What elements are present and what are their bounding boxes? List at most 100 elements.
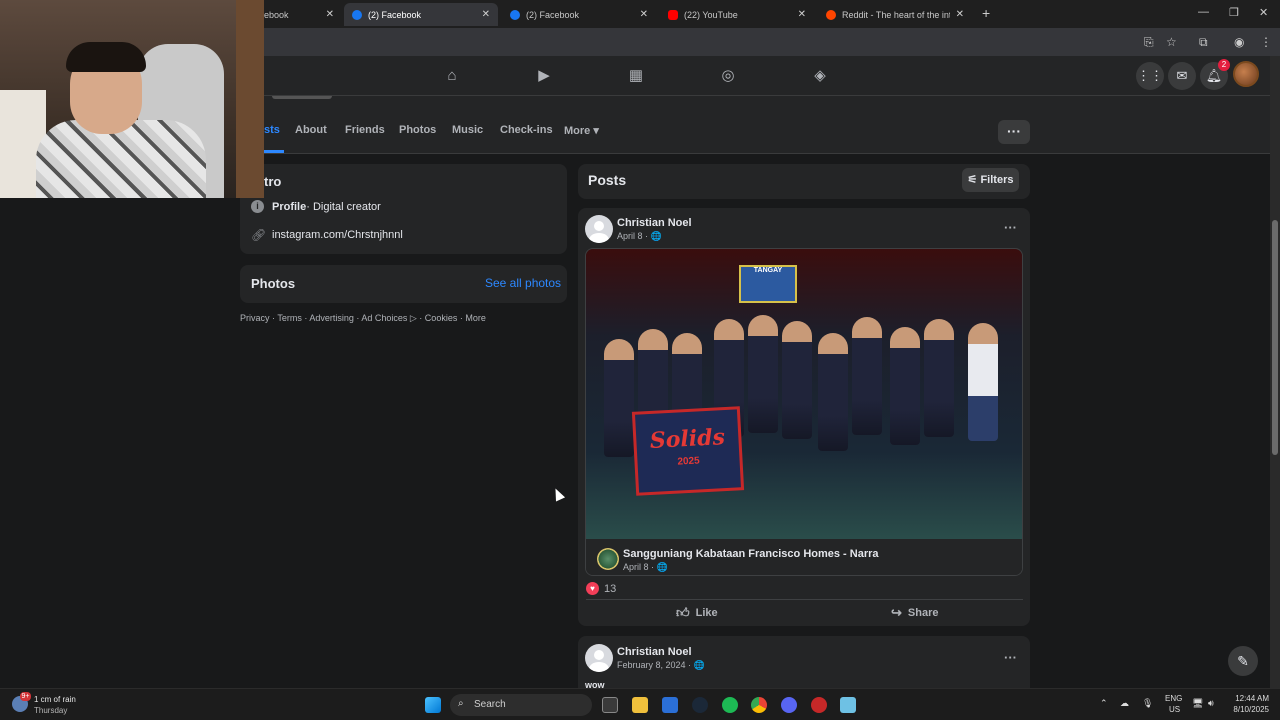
reddit-favicon-icon [826,9,836,20]
clock-date[interactable]: 8/10/2025 [1225,705,1269,714]
post-options-button[interactable]: ··· [1004,220,1017,235]
instagram-link[interactable]: instagram.com/Chrstnjhnnl [272,229,403,241]
groups-icon[interactable]: ◎ [718,66,738,86]
notification-badge: 2 [1218,59,1230,71]
profile-icon[interactable]: ◉ [1234,35,1244,49]
post-options-button[interactable]: ··· [1004,650,1017,665]
sign-title: Solids [649,424,726,454]
new-tab-button[interactable]: + [982,5,990,21]
browser-tab-facebook-3[interactable]: (2) Facebook ✕ [502,3,656,26]
chrome-icon[interactable] [751,697,767,713]
like-button[interactable]: 👍︎ Like [676,605,718,621]
windows-start-icon[interactable] [425,697,441,713]
team-sign: Solids 2025 [631,406,745,496]
spotify-icon[interactable] [722,697,738,713]
video-icon[interactable]: ▶ [534,66,554,86]
weather-text[interactable]: 1 cm of rain [34,695,76,704]
post-author[interactable]: Christian Noel [617,217,692,229]
see-all-photos-link[interactable]: See all photos [485,276,561,290]
file-explorer-icon[interactable] [632,697,648,713]
browser-tab-youtube[interactable]: (22) YouTube ✕ [660,3,814,26]
footer-links[interactable]: Privacy · Terms · Advertising · Ad Choic… [240,313,486,324]
account-avatar[interactable] [1233,61,1259,87]
intro-heading: tro [264,174,282,189]
divider [586,599,1023,600]
tab-about[interactable]: About [295,124,327,136]
tab-music[interactable]: Music [452,124,483,136]
player-figure [924,319,954,437]
address-bar[interactable] [264,32,1164,52]
reaction-count: 13 [604,582,617,595]
author-avatar[interactable] [585,215,613,243]
browser-tab-facebook-2[interactable]: (2) Facebook ✕ [344,3,498,26]
facebook-favicon-icon [510,9,520,20]
language-indicator[interactable]: ENG [1165,694,1182,703]
tab-photos[interactable]: Photos [399,124,436,136]
home-icon[interactable]: ⌂ [442,66,462,86]
post-date[interactable]: April 8 · 🌐 [617,231,662,242]
player-figure [890,327,920,445]
post-author[interactable]: Christian Noel [617,646,692,658]
tab-friends[interactable]: Friends [345,124,385,136]
close-tab-icon[interactable]: ✕ [326,9,334,20]
minimize-window-button[interactable]: — [1198,6,1209,18]
shared-org-name[interactable]: Sangguniang Kabataan Francisco Homes - N… [623,548,879,560]
menu-grid-icon[interactable]: ⋮⋮ [1136,62,1164,90]
intro-link-row[interactable]: 🔗︎ instagram.com/Chrstnjhnnl [251,228,403,242]
share-label: Share [907,607,939,619]
browser-tab-reddit[interactable]: Reddit - The heart of the intern ✕ [818,3,972,26]
tab-more[interactable]: More ▾ [564,124,599,137]
weather-badge: 9+ [20,692,31,701]
player-figure [782,321,812,439]
install-app-icon[interactable]: ⎘ [1144,35,1154,50]
close-tab-icon[interactable]: ✕ [956,9,964,20]
task-view-icon[interactable] [602,697,618,713]
profile-picture-edge [272,96,332,99]
extensions-icon[interactable]: ⧉ [1199,35,1208,50]
close-tab-icon[interactable]: ✕ [482,9,490,20]
player-figure [818,333,848,451]
steam-icon[interactable] [692,697,708,713]
marketplace-icon[interactable]: ▦ [626,66,646,86]
org-avatar[interactable] [597,548,619,570]
maximize-window-button[interactable]: ❐ [1229,6,1239,19]
discord-icon[interactable] [781,697,797,713]
shared-post-date[interactable]: April 8 · 🌐 [623,562,668,573]
clock-time[interactable]: 12:44 AM [1229,694,1269,703]
scrollbar-thumb[interactable] [1272,220,1278,455]
player-figure [604,339,634,457]
intro-category-value: · Digital creator [306,200,381,213]
browser-tab-facebook-1[interactable]: ebook ✕ [256,3,342,26]
share-button[interactable]: ↪ Share [891,605,938,621]
onedrive-icon[interactable]: ☁ [1120,698,1129,709]
tray-chevron-icon[interactable]: ⌃ [1100,698,1108,709]
network-icon[interactable]: 🖥︎ [1192,698,1203,709]
bookmark-star-icon[interactable]: ☆ [1166,35,1177,49]
filters-button[interactable]: ⚟ Filters [962,168,1019,192]
youtube-favicon-icon [668,9,678,20]
store-icon[interactable] [662,697,678,713]
taskbar-search[interactable]: ⌕ Search [450,694,592,716]
search-icon: ⌕ [458,698,464,709]
app-icon[interactable] [840,697,856,713]
close-tab-icon[interactable]: ✕ [640,9,648,20]
volume-icon[interactable]: 🔊︎ [1208,698,1214,709]
browser-menu-icon[interactable]: ⋮ [1260,35,1272,49]
shared-post[interactable]: TANGAY Solids 2025 Sangguniang Kabataan … [585,248,1023,576]
tab-check-ins[interactable]: Check-ins [500,124,553,136]
messenger-icon[interactable]: ✉ [1168,62,1196,90]
gaming-icon[interactable]: ◈ [810,66,830,86]
post-date[interactable]: February 8, 2024 · 🌐 [617,660,705,671]
reaction-summary[interactable]: ♥ 13 [586,582,616,595]
mic-icon[interactable]: 🎙︎ [1142,698,1153,709]
tab-posts[interactable]: sts [264,124,280,136]
search-placeholder: Search [474,699,506,710]
profile-options-button[interactable]: ··· [998,120,1030,144]
author-avatar[interactable] [585,644,613,672]
close-window-button[interactable]: ✕ [1259,6,1268,19]
new-message-button[interactable]: ✎ [1228,646,1258,676]
app-icon[interactable] [811,697,827,713]
tab-title: (2) Facebook [368,9,422,20]
team-photo[interactable]: TANGAY Solids 2025 [586,249,1022,539]
close-tab-icon[interactable]: ✕ [798,9,806,20]
